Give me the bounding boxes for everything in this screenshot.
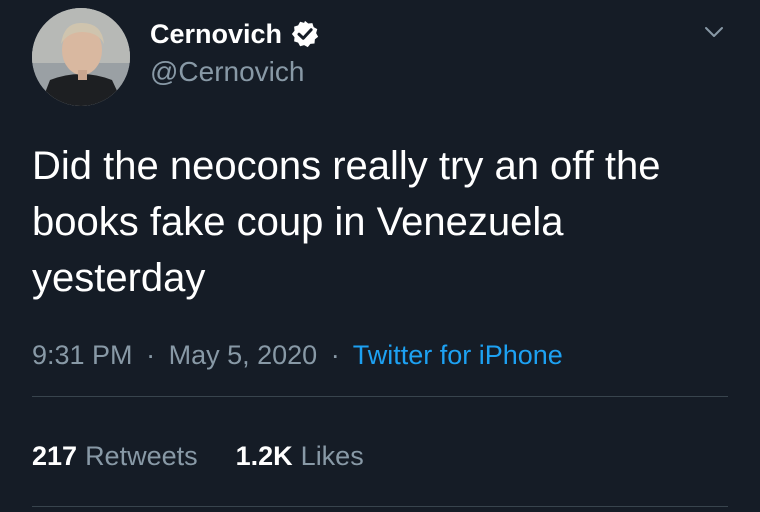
verified-badge-icon	[290, 19, 320, 49]
meta-separator: ·	[330, 340, 340, 370]
likes-label: Likes	[300, 441, 364, 471]
likes-stat[interactable]: 1.2K Likes	[236, 441, 364, 472]
chevron-down-icon[interactable]	[702, 20, 726, 44]
retweets-stat[interactable]: 217 Retweets	[32, 441, 198, 472]
avatar[interactable]	[32, 8, 130, 106]
tweet-meta: 9:31 PM · May 5, 2020 · Twitter for iPho…	[32, 340, 563, 371]
divider	[32, 506, 728, 507]
meta-separator: ·	[146, 340, 156, 370]
tweet-stats: 217 Retweets 1.2K Likes	[32, 441, 402, 472]
author-name-row[interactable]: Cernovich	[150, 17, 320, 51]
tweet-time[interactable]: 9:31 PM	[32, 340, 133, 370]
retweets-count: 217	[32, 441, 78, 471]
divider	[32, 396, 728, 397]
likes-count: 1.2K	[235, 441, 293, 471]
tweet-source-link[interactable]: Twitter for iPhone	[353, 340, 563, 370]
avatar-image	[32, 8, 130, 106]
retweets-label: Retweets	[85, 441, 198, 471]
tweet-text: Did the neocons really try an off the bo…	[32, 144, 661, 300]
display-name[interactable]: Cernovich	[150, 19, 282, 50]
tweet-card: Cernovich @Cernovich Did the neocons rea…	[0, 0, 760, 512]
user-handle[interactable]: @Cernovich	[150, 56, 304, 88]
tweet-date[interactable]: May 5, 2020	[169, 340, 318, 370]
